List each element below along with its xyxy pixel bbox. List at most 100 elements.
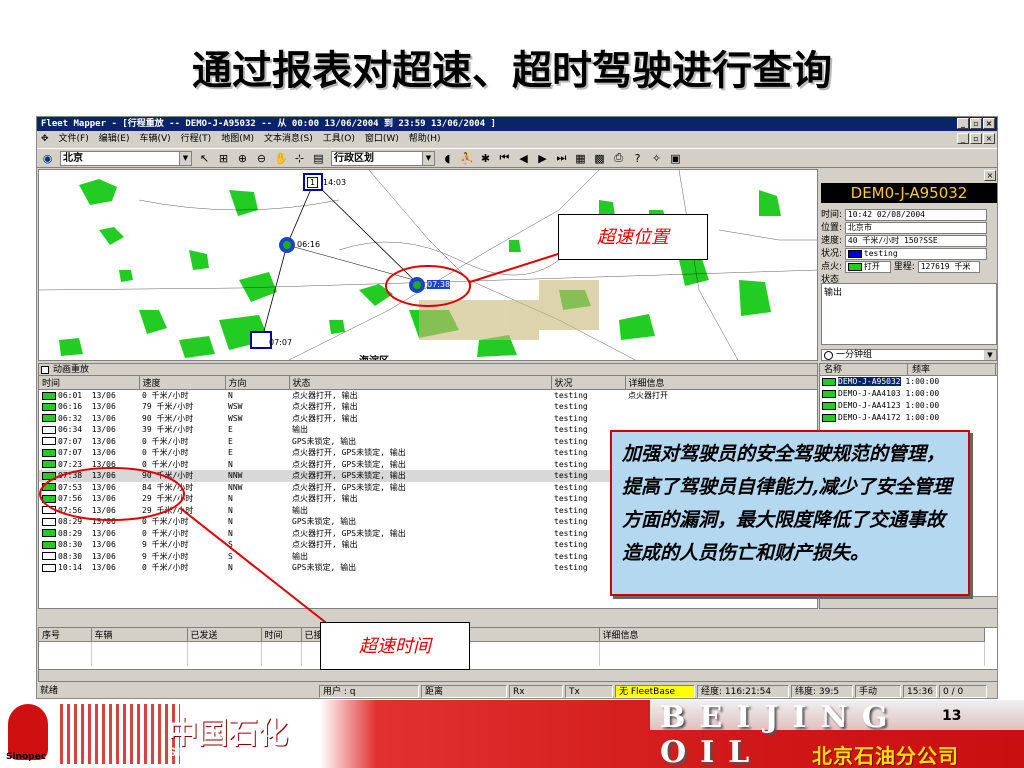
zoom-out-icon[interactable]: ⊖ — [255, 152, 268, 165]
row-time: 08:29 13/06 — [39, 516, 139, 528]
col-time[interactable]: 时间 — [39, 376, 140, 390]
city-select[interactable]: 北京 ▼ — [60, 150, 192, 166]
step-back-icon[interactable]: ◀ — [517, 152, 530, 165]
col-msg-sent[interactable]: 已发送 — [187, 628, 262, 642]
child-close-button[interactable]: × — [983, 133, 995, 144]
menu-vehicle[interactable]: 车辆(V) — [139, 131, 170, 147]
col-msg-seq[interactable]: 序号 — [39, 628, 92, 642]
col-speed[interactable]: 速度 — [139, 376, 226, 390]
help-icon[interactable]: ? — [631, 152, 644, 165]
frequency-group-value: 一分钟组 — [836, 350, 873, 360]
chevron-down-icon[interactable]: ▼ — [984, 350, 996, 360]
layer-icon[interactable]: ▤ — [312, 152, 325, 165]
row-state-swatch — [42, 448, 56, 457]
menu-text-message[interactable]: 文本消息(S) — [264, 131, 313, 147]
replay-row[interactable]: 06:16 13/06 79 千米/小时 WSW 点火器打开, 输出 testing — [39, 401, 817, 413]
branch-name: 北京石油分公司 — [812, 744, 959, 768]
row-direction: N — [228, 528, 233, 538]
map-view[interactable]: 1 14:03 06:16 07:38 07:07 海淀区 — [38, 169, 818, 361]
panel-close-button[interactable]: × — [984, 170, 996, 181]
menu-tools[interactable]: 工具(O) — [323, 131, 355, 147]
row-time-value: 07:23 — [58, 459, 83, 469]
vehicle-frequency: 1:00:00 — [905, 413, 940, 422]
row-time: 08:29 13/06 — [39, 528, 139, 540]
person-icon[interactable]: ⛹ — [460, 152, 474, 165]
menu-edit[interactable]: 编辑(E) — [99, 131, 130, 147]
last-frame-icon[interactable]: ⏭ — [555, 151, 568, 165]
pointer-icon[interactable]: ↖ — [198, 152, 211, 165]
row-time-value: 07:38 — [58, 471, 83, 481]
col-msg-vehicle[interactable]: 车辆 — [91, 628, 188, 642]
row-speed: 0 千米/小时 — [142, 459, 189, 469]
signal-icon[interactable]: ◖ — [441, 152, 454, 165]
col-condition[interactable]: 状况 — [551, 376, 626, 390]
first-frame-icon[interactable]: ⏮ — [498, 151, 511, 165]
minimize-button[interactable]: _ — [957, 118, 969, 129]
print-icon[interactable]: ⎙ — [612, 151, 625, 165]
chevron-down-icon[interactable]: ▼ — [422, 151, 434, 165]
window-icon[interactable]: ▣ — [669, 152, 682, 165]
info-status-text: testing — [863, 249, 898, 258]
menu-trip[interactable]: 行程(T) — [181, 131, 212, 147]
full-extent-icon[interactable]: ⊞ — [217, 152, 230, 165]
row-state-swatch — [42, 471, 56, 480]
row-state-swatch — [42, 425, 56, 434]
row-date-value: 13/06 — [91, 482, 116, 492]
col-msg-detail[interactable]: 详细信息 — [599, 628, 985, 642]
row-direction: NNW — [225, 470, 289, 482]
frequency-group-select[interactable]: 一分钟组 ▼ — [821, 349, 997, 361]
col-vehicle-name[interactable]: 名称 — [820, 364, 908, 375]
chevron-down-icon[interactable]: ▼ — [179, 151, 191, 165]
row-time: 06:34 13/06 — [39, 424, 139, 436]
status-longitude: 经度: 116:21:54 — [697, 685, 789, 698]
row-time: 08:30 13/06 — [39, 539, 139, 551]
pan-hand-icon[interactable]: ✋ — [274, 152, 288, 165]
vehicle-list-scrollbar[interactable] — [820, 596, 997, 608]
child-restore-button[interactable]: ▫ — [970, 133, 982, 144]
vehicle-list-item[interactable]: DEMO-J-AA4123 1:00:00 — [820, 400, 997, 412]
settings-icon[interactable]: ✧ — [650, 152, 663, 165]
row-status: GPS未锁定, 输出 — [292, 517, 357, 527]
layer-select[interactable]: 行政区划 ▼ — [331, 150, 435, 166]
info-ignition-text: 打开 — [863, 262, 880, 271]
restore-button[interactable]: ▫ — [970, 118, 982, 129]
col-vehicle-frequency[interactable]: 频率 — [908, 364, 996, 375]
menu-map[interactable]: 地图(M) — [221, 131, 254, 147]
vehicle-list-item[interactable]: DEMO-J-AA4103 1:00:00 — [820, 388, 997, 400]
report-alt-icon[interactable]: ▩ — [593, 152, 606, 165]
radio-icon[interactable] — [824, 351, 833, 360]
col-status[interactable]: 状态 — [289, 376, 552, 390]
vehicle-status-swatch — [822, 377, 836, 386]
close-button[interactable]: × — [983, 118, 995, 129]
vehicle-list-item[interactable]: DEMO-J-AA4172 1:00:00 — [820, 412, 997, 424]
row-time-value: 07:56 — [58, 494, 83, 504]
vehicle-list-item[interactable]: DEMO-J-A95032 1:00:00 — [820, 376, 997, 388]
menu-help[interactable]: 帮助(H) — [409, 131, 441, 147]
row-speed: 0 千米/小时 — [142, 436, 189, 446]
menu-window[interactable]: 窗口(W) — [365, 131, 399, 147]
replay-row[interactable]: 06:32 13/06 90 千米/小时 WSW 点火器打开, 输出 testing — [39, 413, 817, 425]
end-flag[interactable] — [250, 331, 272, 349]
status-ready: 就绪 — [40, 686, 59, 696]
child-minimize-button[interactable]: _ — [957, 133, 969, 144]
report-icon[interactable]: ▦ — [574, 152, 587, 165]
col-msg-sent-time[interactable]: 时间 — [261, 628, 302, 642]
star-icon[interactable]: ✱ — [479, 152, 492, 165]
zoom-in-icon[interactable]: ⊕ — [236, 152, 249, 165]
menu-file[interactable]: 文件(F) — [59, 131, 89, 147]
col-direction[interactable]: 方向 — [225, 376, 290, 390]
col-detail[interactable]: 详细信息 — [625, 376, 817, 390]
status-rx: Rx — [509, 685, 563, 698]
replay-checkbox[interactable] — [41, 366, 49, 374]
center-icon[interactable]: ⊹ — [293, 152, 306, 165]
marker-time-0707: 07:07 — [269, 338, 293, 347]
replay-row[interactable]: 06:01 13/06 0 千米/小时 N 点火器打开, 输出 testing 点火器打开 — [39, 390, 817, 402]
row-condition: testing — [554, 402, 588, 412]
status-distance: 距离 — [421, 685, 507, 698]
city-select-value: 北京 — [63, 152, 83, 164]
play-icon[interactable]: ▶ — [536, 152, 549, 165]
row-state-swatch — [42, 517, 56, 526]
message-scrollbar[interactable] — [39, 669, 997, 681]
toolbar: ◉ 北京 ▼ ↖ ⊞ ⊕ ⊖ ✋ ⊹ ▤ 行政区划 ▼ ◖ ⛹ ✱ ⏮ ◀ ▶ … — [37, 148, 997, 168]
row-time-value: 08:29 — [58, 528, 83, 538]
